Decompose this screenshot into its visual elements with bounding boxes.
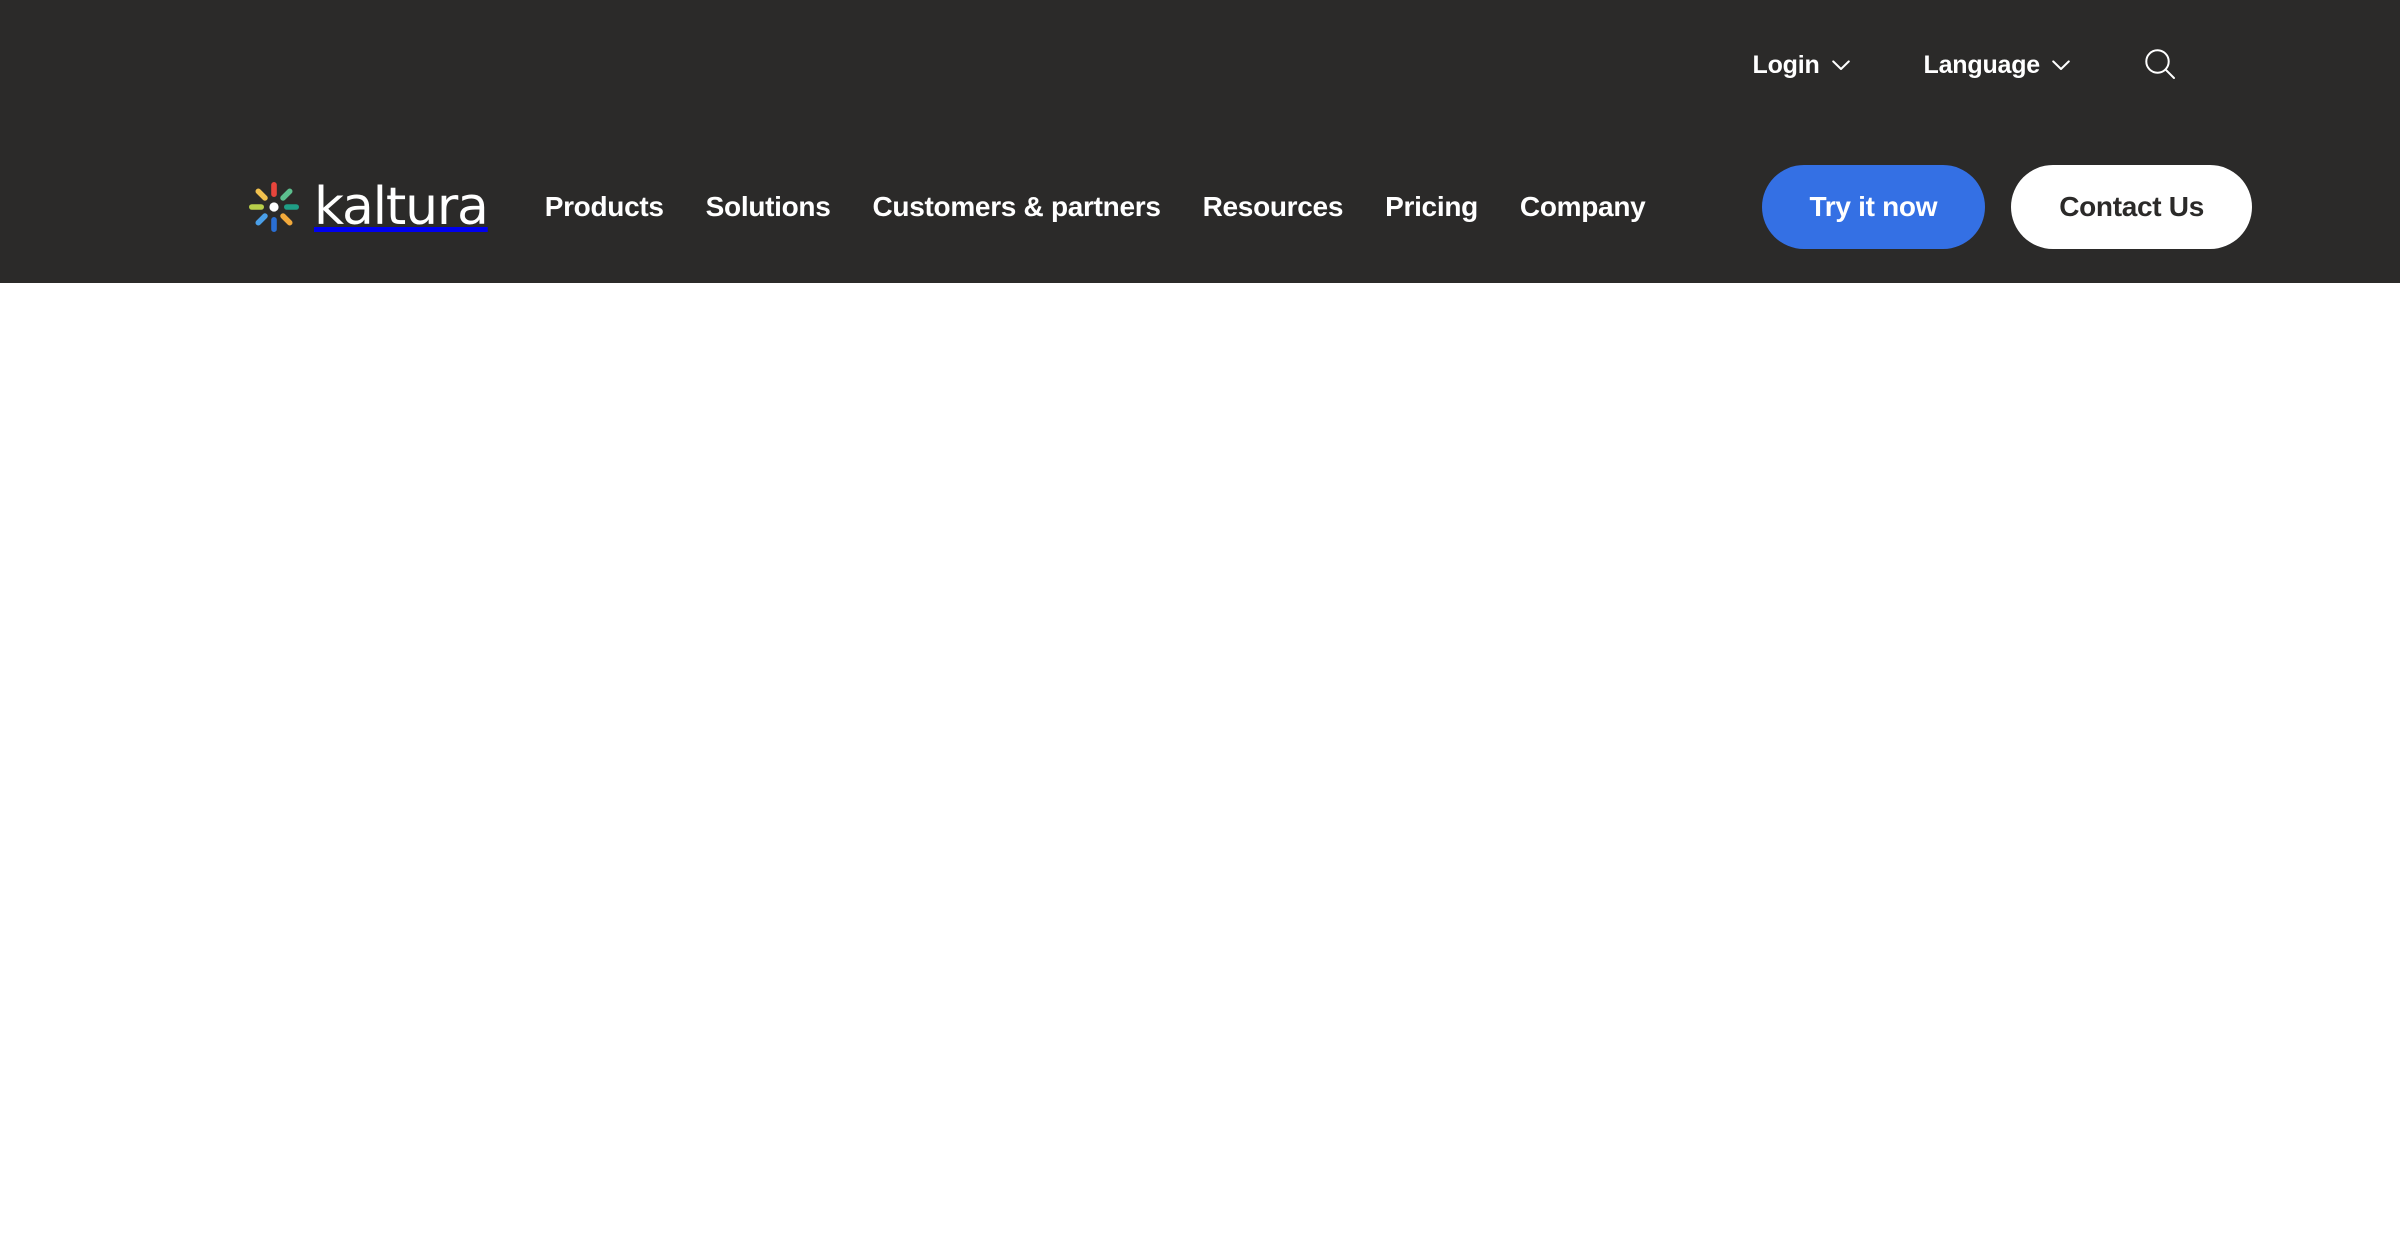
utility-item-language[interactable]: Language: [1923, 50, 2070, 79]
search-icon: [2141, 45, 2179, 86]
contact-us-button[interactable]: Contact Us: [2011, 164, 2252, 249]
logo-home-link[interactable]: kaltura: [248, 176, 489, 237]
nav-item-resources[interactable]: Resources: [1182, 192, 1365, 221]
primary-nav: Products Solutions Customers & partners …: [524, 192, 1667, 221]
try-it-now-button[interactable]: Try it now: [1761, 164, 1986, 249]
utility-item-login-label: Login: [1752, 50, 1820, 79]
main-nav-row: kaltura Products Solutions Customers & p…: [0, 130, 2400, 283]
search-button[interactable]: [2140, 45, 2180, 85]
utility-item-login[interactable]: Login: [1752, 50, 1850, 79]
nav-item-company[interactable]: Company: [1499, 192, 1666, 221]
nav-item-pricing[interactable]: Pricing: [1364, 192, 1499, 221]
nav-item-solutions[interactable]: Solutions: [685, 192, 852, 221]
utility-item-language-label: Language: [1923, 50, 2041, 79]
header-cta-group: Try it now Contact Us: [1761, 164, 2252, 249]
nav-item-products[interactable]: Products: [524, 192, 685, 221]
utility-nav: Login Language: [0, 0, 2400, 130]
site-header: Login Language kaltura Products Solution…: [0, 0, 2400, 283]
nav-item-customers-partners[interactable]: Customers & partners: [852, 192, 1182, 221]
kaltura-starburst-icon: [248, 181, 300, 233]
page-content-area: [0, 283, 2400, 1246]
chevron-down-icon: [2052, 59, 2070, 71]
logo-wordmark: kaltura: [314, 176, 489, 237]
chevron-down-icon: [1831, 59, 1850, 71]
